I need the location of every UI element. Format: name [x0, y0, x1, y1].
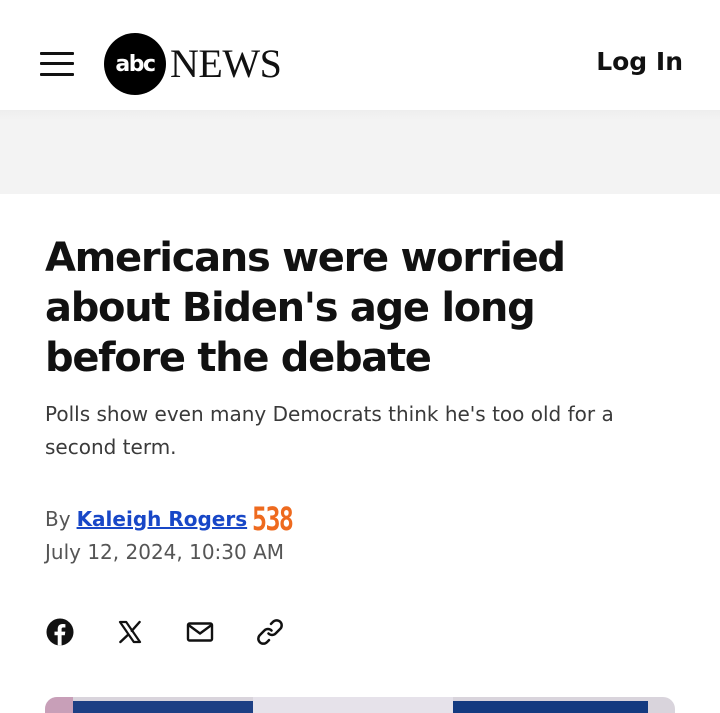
- article-hero-image: [45, 697, 675, 713]
- article-page: abc NEWS Log In Americans were worried a…: [0, 0, 720, 713]
- site-header: abc NEWS Log In: [0, 0, 720, 110]
- byline: By Kaleigh Rogers 538: [45, 503, 304, 535]
- login-link[interactable]: Log In: [596, 47, 683, 76]
- article-headline: Americans were worried about Biden's age…: [45, 235, 566, 381]
- ad-placeholder: [0, 110, 720, 194]
- publish-date: July 12, 2024, 10:30 AM: [45, 540, 285, 564]
- abc-news-logo[interactable]: abc NEWS: [104, 33, 282, 95]
- fivethirtyeight-badge[interactable]: 538: [252, 503, 294, 535]
- email-icon[interactable]: [185, 617, 215, 647]
- facebook-icon[interactable]: [45, 617, 75, 647]
- byline-prefix: By: [45, 507, 71, 531]
- x-icon[interactable]: [115, 617, 145, 647]
- news-wordmark: NEWS: [170, 41, 282, 86]
- hamburger-menu-icon[interactable]: [40, 52, 74, 76]
- article-subheadline: Polls show even many Democrats think he'…: [45, 402, 614, 459]
- abc-logo-circle: abc: [104, 33, 166, 95]
- author-link[interactable]: Kaleigh Rogers: [77, 507, 248, 531]
- link-icon[interactable]: [255, 617, 285, 647]
